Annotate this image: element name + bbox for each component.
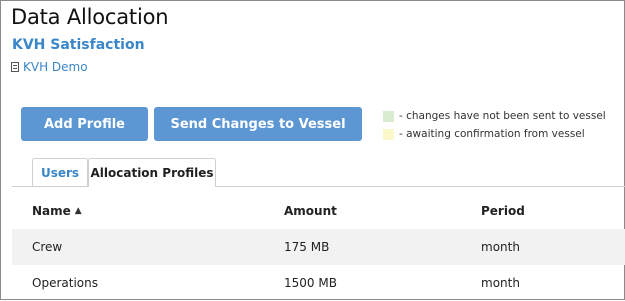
vessel-name[interactable]: KVH Demo [23, 60, 88, 74]
send-changes-button[interactable]: Send Changes to Vessel [154, 107, 362, 141]
column-header-name[interactable]: Name ▲ [32, 193, 82, 229]
cell-period: month [481, 240, 520, 254]
tab-users[interactable]: Users [32, 158, 88, 186]
cell-name: Operations [32, 276, 98, 290]
cell-period: month [481, 276, 520, 290]
page-title: Data Allocation [11, 5, 169, 29]
legend-swatch-unsent [383, 110, 394, 122]
sort-ascending-icon[interactable]: ▲ [75, 206, 82, 216]
cell-amount: 1500 MB [284, 276, 337, 290]
column-header-name-label[interactable]: Name [32, 204, 71, 218]
legend-swatch-awaiting [383, 128, 394, 140]
legend-item-awaiting: - awaiting confirmation from vessel [383, 128, 585, 140]
tab-bar: Users Allocation Profiles [12, 158, 625, 187]
column-header-amount[interactable]: Amount [284, 193, 337, 229]
legend-label-awaiting: - awaiting confirmation from vessel [399, 128, 585, 140]
document-icon [11, 62, 19, 72]
column-header-period[interactable]: Period [481, 193, 525, 229]
tab-allocation-profiles[interactable]: Allocation Profiles [88, 158, 216, 187]
add-profile-button[interactable]: Add Profile [21, 107, 148, 141]
legend-label-unsent: - changes have not been sent to vessel [399, 110, 606, 122]
cell-name: Crew [32, 240, 63, 254]
allocation-table: Name ▲ Amount Period Crew 175 MB month O… [12, 193, 625, 301]
legend-item-unsent: - changes have not been sent to vessel [383, 110, 606, 122]
cell-amount: 175 MB [284, 240, 330, 254]
profile-subtitle[interactable]: KVH Satisfaction [12, 37, 145, 53]
vessel-link[interactable]: KVH Demo [11, 60, 88, 74]
table-row[interactable]: Crew 175 MB month [12, 229, 625, 265]
table-row[interactable]: Operations 1500 MB month [12, 265, 625, 301]
table-header-row: Name ▲ Amount Period [12, 193, 625, 229]
data-allocation-panel: Data Allocation KVH Satisfaction KVH Dem… [0, 0, 625, 300]
